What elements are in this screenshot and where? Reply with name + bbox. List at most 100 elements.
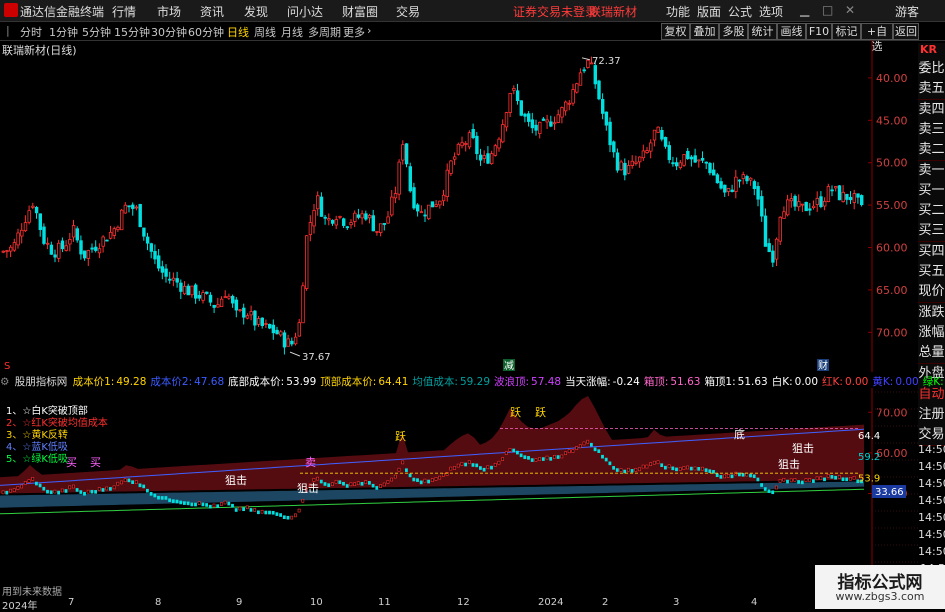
chevron-right-icon[interactable]: › bbox=[367, 24, 371, 37]
ind-candle bbox=[301, 498, 305, 503]
candlestick-chart[interactable]: 70.00 65.00 60.00 55.00 50.00 45.00 40.00 72.3… bbox=[0, 40, 918, 372]
ind-candle bbox=[360, 482, 364, 486]
ind-candle bbox=[789, 478, 793, 483]
ind-candle bbox=[408, 473, 412, 478]
guest-user[interactable]: 游客 bbox=[895, 3, 919, 20]
ind-candle bbox=[826, 474, 830, 478]
side-item-7[interactable]: 买二 bbox=[918, 201, 945, 223]
candle-body bbox=[445, 169, 449, 197]
candle-body bbox=[404, 143, 409, 165]
candle-body bbox=[837, 185, 842, 201]
side-item-13[interactable]: 涨幅 bbox=[918, 322, 945, 344]
menu-layout[interactable]: 版面 bbox=[697, 3, 721, 20]
btn-f10[interactable]: F10 bbox=[806, 23, 832, 40]
period-daily[interactable]: 日线 bbox=[227, 24, 249, 40]
candle-body bbox=[83, 250, 87, 259]
candle-body bbox=[715, 174, 720, 184]
period-15min[interactable]: 15分钟 bbox=[114, 24, 150, 40]
period-weekly[interactable]: 周线 bbox=[254, 24, 276, 40]
side-item-5[interactable]: 卖一 bbox=[918, 160, 945, 182]
maximize-icon[interactable]: □ bbox=[822, 3, 833, 17]
indicator-field-12: 绿K:0 bbox=[923, 376, 945, 388]
indicator-field-3: 顶部成本价: 64.41 bbox=[320, 376, 410, 388]
field-label: 白K: bbox=[771, 376, 793, 388]
minimize-icon[interactable]: ▁ bbox=[800, 3, 809, 17]
period-intraday[interactable]: 分时 bbox=[20, 24, 42, 40]
login-status[interactable]: 证券交易未登录 bbox=[513, 3, 597, 20]
candle-body bbox=[290, 340, 294, 345]
side-lower-item-1[interactable]: 注册 bbox=[918, 405, 945, 426]
side-item-2[interactable]: 卖四 bbox=[918, 99, 945, 121]
side-item-1[interactable]: 卖五 bbox=[918, 79, 945, 101]
candle-body bbox=[456, 143, 461, 155]
side-item-8[interactable]: 买三 bbox=[918, 221, 945, 243]
menu-formula[interactable]: 公式 bbox=[728, 3, 752, 20]
btn-back[interactable]: 返回 bbox=[893, 23, 919, 40]
candle-body bbox=[745, 176, 749, 182]
candle-body bbox=[116, 226, 120, 231]
side-item-6[interactable]: 买一 bbox=[918, 180, 945, 202]
ind-candle bbox=[530, 458, 534, 462]
btn-mark[interactable]: 标记 bbox=[832, 23, 861, 40]
watermark-logo: 指标公式网 www.zbgs3.com bbox=[815, 565, 945, 609]
ind-candle bbox=[245, 505, 249, 510]
menu-ask[interactable]: 问小达 bbox=[287, 3, 323, 20]
side-lower-item-0[interactable]: 自动 bbox=[918, 385, 945, 406]
ind-candle bbox=[656, 460, 660, 465]
period-30min[interactable]: 30分钟 bbox=[151, 24, 187, 40]
btn-draw[interactable]: 画线 bbox=[777, 23, 806, 40]
btn-add-favorite[interactable]: +自选 bbox=[861, 23, 893, 53]
ind-candle bbox=[848, 477, 852, 481]
ind-candle bbox=[586, 439, 590, 444]
side-item-4[interactable]: 卖二 bbox=[918, 140, 945, 162]
close-icon[interactable]: ✕ bbox=[845, 3, 855, 17]
ind-candle bbox=[678, 467, 682, 471]
side-item-9[interactable]: 买四 bbox=[918, 241, 945, 263]
side-item-14[interactable]: 总量 bbox=[918, 343, 945, 365]
ind-candle bbox=[760, 483, 764, 487]
period-multi[interactable]: 多周期 bbox=[308, 24, 341, 40]
side-item-12[interactable]: 涨跌 bbox=[918, 302, 945, 324]
menu-news[interactable]: 资讯 bbox=[200, 3, 224, 20]
btn-overlay[interactable]: 叠加 bbox=[690, 23, 719, 40]
candle-body bbox=[190, 285, 194, 296]
menu-market[interactable]: 市场 bbox=[157, 3, 181, 20]
field-label: 均值成本: bbox=[412, 376, 458, 388]
indicator-settings-icon[interactable]: ⚙ bbox=[0, 376, 9, 388]
candle-body bbox=[53, 254, 57, 258]
candle-body bbox=[68, 239, 72, 245]
period-60min[interactable]: 60分钟 bbox=[188, 24, 224, 40]
menu-quotes[interactable]: 行情 bbox=[112, 3, 136, 20]
candle-body bbox=[615, 152, 620, 171]
candle-body bbox=[182, 285, 187, 295]
ind-candle bbox=[264, 510, 268, 515]
menu-function[interactable]: 功能 bbox=[666, 3, 690, 20]
menu-discover[interactable]: 发现 bbox=[244, 3, 268, 20]
menu-options[interactable]: 选项 bbox=[759, 3, 783, 20]
candle-body bbox=[545, 119, 549, 123]
indicator-chart[interactable]: 70.0060.0050.00买买狙击狙击狙击狙击跃跃跃底卖64.459.253… bbox=[0, 388, 918, 596]
ind-candle bbox=[157, 495, 160, 500]
period-5min[interactable]: 5分钟 bbox=[82, 24, 111, 40]
side-item-11[interactable]: 现价 bbox=[918, 282, 945, 304]
candle-body bbox=[623, 162, 627, 176]
side-item-0[interactable]: 委比 bbox=[918, 59, 945, 80]
period-more[interactable]: 更多 bbox=[343, 24, 365, 40]
menu-trade[interactable]: 交易 bbox=[396, 3, 420, 20]
side-item-10[interactable]: 买五 bbox=[918, 262, 945, 283]
period-1min[interactable]: 1分钟 bbox=[49, 24, 78, 40]
indicator-field-6: 当天涨幅: -0.24 bbox=[565, 376, 642, 388]
btn-multi-stock[interactable]: 多股 bbox=[719, 23, 748, 40]
candle-body bbox=[312, 210, 316, 227]
ind-candle bbox=[327, 483, 331, 487]
side-item-3[interactable]: 卖三 bbox=[918, 119, 945, 141]
candle-body bbox=[208, 294, 213, 303]
btn-adjust[interactable]: 复权 bbox=[661, 23, 690, 40]
menu-wealth-circle[interactable]: 财富圈 bbox=[342, 3, 378, 20]
btn-stats[interactable]: 统计 bbox=[748, 23, 777, 40]
indicator-name[interactable]: 股朋指标网 bbox=[15, 376, 68, 388]
candle-body bbox=[397, 161, 401, 195]
period-monthly[interactable]: 月线 bbox=[281, 24, 303, 40]
candle-body bbox=[534, 124, 538, 131]
field-value: 0.00 bbox=[794, 376, 819, 388]
